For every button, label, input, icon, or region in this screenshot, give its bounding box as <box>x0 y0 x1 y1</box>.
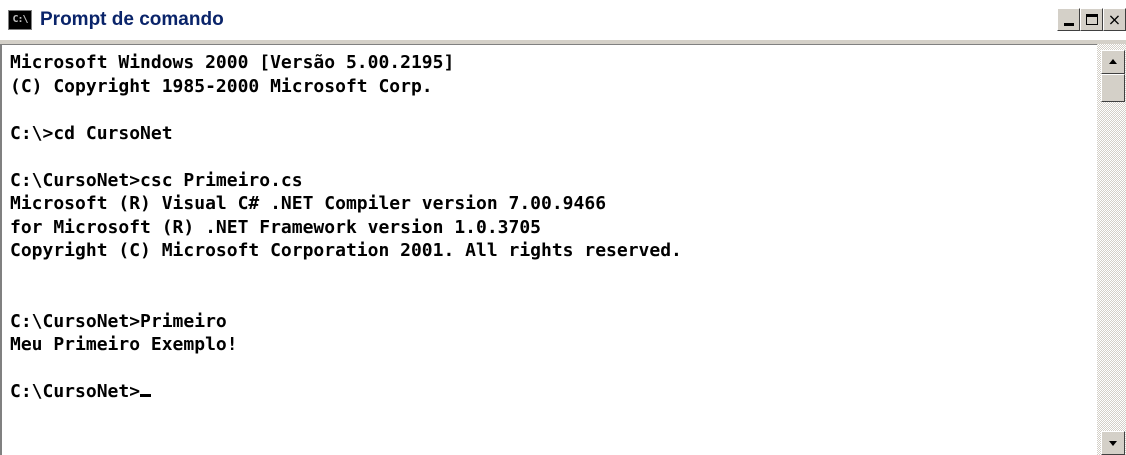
console-line: Meu Primeiro Exemplo! <box>10 334 238 355</box>
prompt-line[interactable]: C:\CursoNet> <box>10 380 1097 404</box>
vertical-scrollbar[interactable] <box>1097 44 1126 455</box>
close-icon: × <box>1107 9 1122 29</box>
console-line: C:\>cd CursoNet <box>10 122 173 144</box>
minimize-icon <box>1063 23 1074 26</box>
close-button[interactable]: × <box>1103 8 1126 31</box>
console-line: for Microsoft (R) .NET Framework version… <box>10 216 542 238</box>
console-line: Microsoft (R) Visual C# .NET Compiler ve… <box>10 193 607 214</box>
console-output-area[interactable]: Microsoft Windows 2000 [Versão 5.00.2195… <box>0 44 1097 455</box>
text-cursor <box>140 394 152 397</box>
scroll-up-button[interactable] <box>1101 50 1125 74</box>
scrollbar-thumb[interactable] <box>1101 74 1125 102</box>
scroll-down-button[interactable] <box>1101 431 1125 455</box>
console-line: C:\CursoNet>Primeiro <box>10 310 227 332</box>
arrow-up-icon <box>1109 59 1117 64</box>
title-bar[interactable]: C:\ Prompt de comando × <box>0 0 1126 40</box>
maximize-button[interactable] <box>1080 8 1103 31</box>
console-line: Copyright (C) Microsoft Corporation 2001… <box>10 240 682 261</box>
console-line: C:\CursoNet>csc Primeiro.cs <box>10 169 303 191</box>
window-controls: × <box>1057 8 1126 31</box>
window-title: Prompt de comando <box>40 9 224 30</box>
console-line: Microsoft Windows 2000 [Versão 5.00.2195… <box>10 52 455 73</box>
arrow-down-icon <box>1109 441 1117 446</box>
console-line: (C) Copyright 1985-2000 Microsoft Corp. <box>10 75 433 97</box>
command-prompt-window: C:\ Prompt de comando × Microsoft Window… <box>0 0 1126 455</box>
current-prompt: C:\CursoNet> <box>10 381 141 402</box>
maximize-icon <box>1085 14 1098 25</box>
console-app-icon[interactable]: C:\ <box>8 10 32 30</box>
minimize-button[interactable] <box>1057 8 1080 31</box>
